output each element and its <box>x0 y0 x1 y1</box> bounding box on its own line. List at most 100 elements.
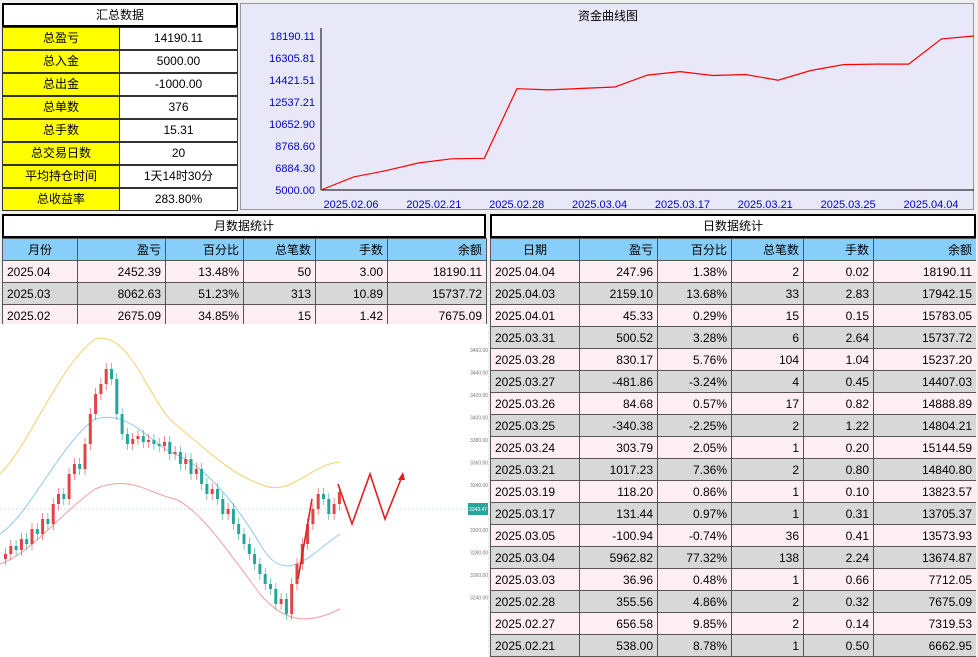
summary-label: 总手数 <box>2 119 120 142</box>
summary-value: 14190.11 <box>120 27 238 50</box>
summary-row: 总交易日数 20 <box>2 142 238 165</box>
x-tick-label: 2025.03.17 <box>655 199 710 211</box>
candle-body <box>168 442 172 454</box>
column-header[interactable]: 手数 <box>315 238 388 261</box>
column-header[interactable]: 余额 <box>387 238 487 261</box>
column-header[interactable]: 盈亏 <box>77 238 166 261</box>
table-cell: 77.32% <box>657 546 732 569</box>
table-row[interactable]: 2025.03.31 500.52 3.28% 6 2.64 15737.72 <box>490 326 976 349</box>
column-header[interactable]: 余额 <box>873 238 976 261</box>
table-row[interactable]: 2025.03.27 -481.86 -3.24% 4 0.45 14407.03 <box>490 370 976 393</box>
price-tick-label: 3240.00 <box>470 596 488 602</box>
candle-body <box>216 489 219 499</box>
table-cell: 13.68% <box>657 282 732 305</box>
x-tick-label: 2025.04.04 <box>903 199 958 211</box>
table-cell: 15737.72 <box>873 326 976 349</box>
candle-body <box>152 440 156 444</box>
summary-row: 平均持仓时间 1天14时30分 <box>2 165 238 188</box>
table-cell: 10.89 <box>315 282 388 305</box>
column-header[interactable]: 总笔数 <box>731 238 804 261</box>
table-cell: 5.76% <box>657 348 732 371</box>
table-row[interactable]: 2025.03.04 5962.82 77.32% 138 2.24 13674.87 <box>490 546 976 569</box>
chart-title: 资金曲线图 <box>578 8 638 23</box>
table-row[interactable]: 2025.03.28 830.17 5.76% 104 1.04 15237.20 <box>490 348 976 371</box>
x-tick-label: 2025.02.21 <box>406 199 461 211</box>
table-cell: 1.22 <box>803 414 874 437</box>
column-header[interactable]: 日期 <box>490 238 580 261</box>
summary-value: 5000.00 <box>120 50 238 73</box>
candle-body <box>19 539 23 550</box>
candle-body <box>237 524 241 534</box>
equity-chart: 资金曲线图 18190.11 16305.81 14421.51 12537.21 106… <box>240 3 975 211</box>
price-tick-label: 3380.00 <box>470 438 488 444</box>
candle-body <box>110 369 113 379</box>
candle-body <box>194 469 198 474</box>
x-tick-label: 2025.02.06 <box>323 199 378 211</box>
table-cell: 2025.04.03 <box>490 282 580 305</box>
candlestick-overlay-image: 3460.00 3440.00 3420.00 3400.00 3380.00 3360.… <box>0 324 488 657</box>
summary-label: 总盈亏 <box>2 27 120 50</box>
table-row[interactable]: 2025.03.25 -340.38 -2.25% 2 1.22 14804.21 <box>490 414 976 437</box>
column-header[interactable]: 百分比 <box>165 238 244 261</box>
column-header[interactable]: 手数 <box>803 238 874 261</box>
column-header[interactable]: 月份 <box>2 238 78 261</box>
table-cell: 4.86% <box>657 590 732 613</box>
column-header[interactable]: 总笔数 <box>243 238 316 261</box>
table-row[interactable]: 2025.03.24 303.79 2.05% 1 0.20 15144.59 <box>490 436 976 459</box>
candle-body <box>57 494 60 504</box>
table-cell: 2 <box>731 458 804 481</box>
table-row[interactable]: 2025.03.19 118.20 0.86% 1 0.10 13823.57 <box>490 480 976 503</box>
candle-body <box>316 494 320 509</box>
table-cell: 2.64 <box>803 326 874 349</box>
summary-panel: 汇总数据 总盈亏 14190.11 总入金 5000.00 总出金 -1000.00 总单数… <box>2 3 238 211</box>
table-cell: 6 <box>731 326 804 349</box>
table-cell: 500.52 <box>579 326 658 349</box>
candle-body <box>269 584 272 589</box>
table-cell: 2025.02.21 <box>490 634 580 657</box>
table-cell: 0.48% <box>657 568 732 591</box>
table-row[interactable]: 2025.03.03 36.96 0.48% 1 0.66 7712.05 <box>490 568 976 591</box>
table-cell: 3.00 <box>315 260 388 283</box>
table-row[interactable]: 2025.04.04 247.96 1.38% 2 0.02 18190.11 <box>490 260 976 283</box>
price-tick-label: 3460.00 <box>470 348 488 354</box>
table-cell: 14888.89 <box>873 392 976 415</box>
table-cell: 0.20 <box>803 436 874 459</box>
table-cell: 2025.03.04 <box>490 546 580 569</box>
table-cell: 2025.03.21 <box>490 458 580 481</box>
table-row[interactable]: 2025.04.03 2159.10 13.68% 33 2.83 17942.15 <box>490 282 976 305</box>
table-cell: 104 <box>731 348 804 371</box>
table-cell: 15144.59 <box>873 436 976 459</box>
table-cell: 2025.02.28 <box>490 590 580 613</box>
table-cell: 15737.72 <box>387 282 487 305</box>
table-cell: 0.10 <box>803 480 874 503</box>
table-cell: 2025.04 <box>2 260 78 283</box>
table-cell: 2.24 <box>803 546 874 569</box>
table-cell: 7319.53 <box>873 612 976 635</box>
table-row[interactable]: 2025.02.21 538.00 8.78% 1 0.50 6662.95 <box>490 634 976 657</box>
table-row[interactable]: 2025.03.26 84.68 0.57% 17 0.82 14888.89 <box>490 392 976 415</box>
table-row[interactable]: 2025.03 8062.63 51.23% 313 10.89 15737.72 <box>2 282 487 305</box>
table-row[interactable]: 2025.02.28 355.56 4.86% 2 0.32 7675.09 <box>490 590 976 613</box>
candle-body <box>200 469 204 484</box>
summary-label: 总出金 <box>2 73 120 96</box>
table-cell: 13705.37 <box>873 502 976 525</box>
candle-body <box>311 509 315 524</box>
table-row[interactable]: 2025.03.21 1017.23 7.36% 2 0.80 14840.80 <box>490 458 976 481</box>
table-cell: 2025.03.31 <box>490 326 580 349</box>
table-row[interactable]: 2025.04 2452.39 13.48% 50 3.00 18190.11 <box>2 260 487 283</box>
y-tick-label: 12537.21 <box>269 97 315 109</box>
table-row[interactable]: 2025.02.27 656.58 9.85% 2 0.14 7319.53 <box>490 612 976 635</box>
candle-body <box>205 484 209 494</box>
column-header[interactable]: 盈亏 <box>579 238 658 261</box>
column-header[interactable]: 百分比 <box>657 238 732 261</box>
candle-body <box>131 439 135 444</box>
candle-body <box>290 584 294 614</box>
table-cell: 830.17 <box>579 348 658 371</box>
candle-body <box>332 504 336 514</box>
table-row[interactable]: 2025.03.05 -100.94 -0.74% 36 0.41 13573.93 <box>490 524 976 547</box>
table-cell: 13.48% <box>165 260 244 283</box>
candle-body <box>184 459 188 464</box>
table-row[interactable]: 2025.04.01 45.33 0.29% 15 0.15 15783.05 <box>490 304 976 327</box>
table-row[interactable]: 2025.03.17 131.44 0.97% 1 0.31 13705.37 <box>490 502 976 525</box>
table-cell: 313 <box>243 282 316 305</box>
